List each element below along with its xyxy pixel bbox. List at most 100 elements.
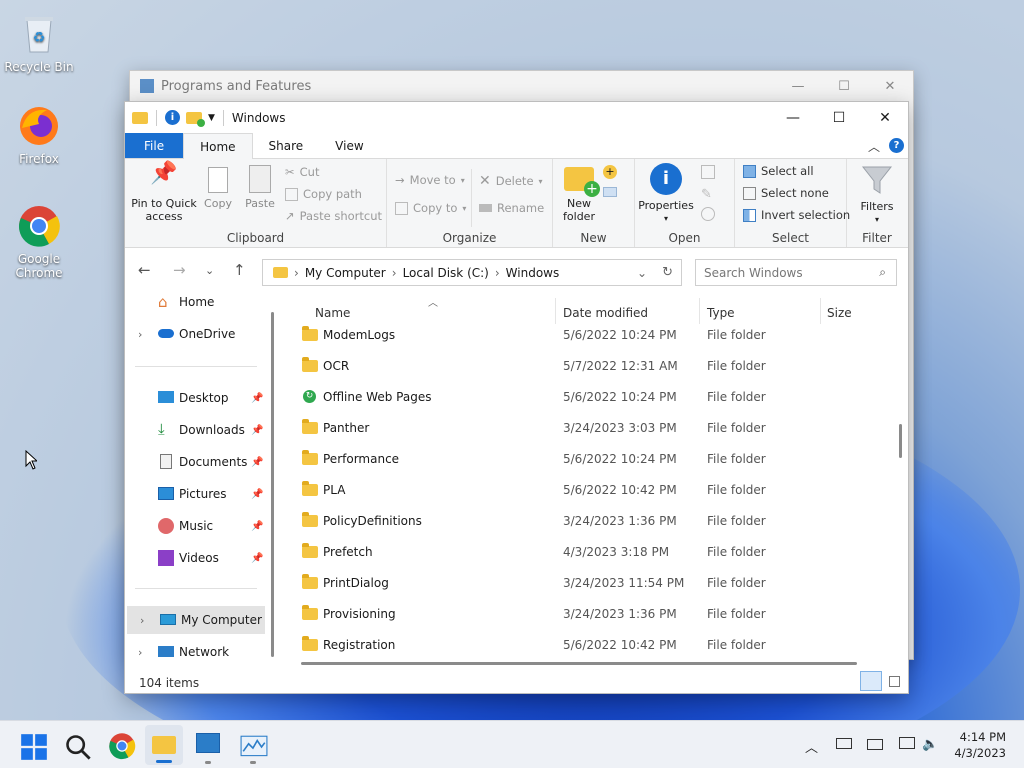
select-all-button[interactable]: Select all [743,164,814,178]
open-icon[interactable] [701,165,715,179]
new-item-icon[interactable]: + [603,165,617,179]
control-panel-taskbar-icon[interactable] [196,733,220,753]
paste-button[interactable]: Paste [241,165,279,210]
desktop-icon-recycle-bin[interactable]: ♻ Recycle Bin [1,12,77,74]
forward-arrow-icon[interactable]: → [173,261,186,279]
pin-icon[interactable]: 📌 [251,521,263,532]
tab-file[interactable]: File [125,133,184,158]
nav-item-downloads[interactable]: ⤓ Downloads 📌 [125,416,263,444]
minimize-button[interactable]: — [770,102,816,133]
edit-icon[interactable]: ✎ [701,187,712,202]
desktop-icon-firefox[interactable]: Firefox [1,104,77,166]
back-arrow-icon[interactable]: ← [138,261,151,279]
volume-icon[interactable]: 🔈 [922,737,938,752]
details-view-icon[interactable] [860,671,882,691]
horizontal-scrollbar[interactable] [301,662,857,665]
invert-selection-button[interactable]: Invert selection [743,208,850,222]
up-arrow-icon[interactable]: ↑ [233,261,246,279]
expand-chevron-icon[interactable]: › [138,328,142,341]
table-row[interactable]: PolicyDefinitions 3/24/2023 1:36 PM File f… [285,506,885,537]
pin-quick-access-button[interactable]: 📌 Pin to Quick access [129,163,199,224]
nav-item-videos[interactable]: Videos 📌 [125,544,263,572]
tab-home[interactable]: Home [183,133,253,159]
nav-item-home[interactable]: ⌂ Home [125,288,263,316]
bg-close-button[interactable]: ✕ [867,71,913,101]
expand-chevron-icon[interactable]: › [140,614,144,627]
desktop-icon-chrome[interactable]: Google Chrome [1,204,77,280]
table-row[interactable]: Performance 5/6/2022 10:24 PM File folder [285,444,885,475]
start-windows-icon[interactable] [20,733,48,761]
search-input[interactable]: Search Windows ⌕ [695,259,897,286]
copy-path-button[interactable]: Copy path [285,187,362,201]
explorer-taskbar-button[interactable] [145,725,183,765]
table-row[interactable]: PLA 5/6/2022 10:42 PM File folder [285,475,885,506]
large-icons-view-icon[interactable] [889,676,900,687]
expand-chevron-icon[interactable]: › [138,646,142,659]
cut-button[interactable]: ✂ Cut [285,165,319,179]
table-row[interactable]: Registration 5/6/2022 10:42 PM File folder [285,630,885,658]
nav-item-network[interactable]: › Network [125,638,263,666]
table-row[interactable]: ↻ Offline Web Pages 5/6/2022 10:24 PM File … [285,382,885,413]
table-row[interactable]: Provisioning 3/24/2023 1:36 PM File folder [285,599,885,630]
pin-icon[interactable]: 📌 [251,457,263,468]
breadcrumb-local-disk[interactable]: Local Disk (C:) [403,266,489,280]
file-explorer-window[interactable]: i ▼ Windows — ☐ ✕ File Home Share View ︿… [124,101,909,694]
properties-qat-icon[interactable]: i [165,110,180,125]
nav-item-documents[interactable]: Documents 📌 [125,448,263,476]
nav-item-pictures[interactable]: Pictures 📌 [125,480,263,508]
history-icon[interactable] [701,207,715,221]
qat-dropdown-icon[interactable]: ▼ [208,113,215,123]
easy-access-icon[interactable] [603,187,617,197]
system-clock[interactable]: 4:14 PM 4/3/2023 [954,729,1006,761]
network-status-icon[interactable] [899,737,915,749]
column-header-size[interactable]: Size [827,306,852,320]
table-row[interactable]: OCR 5/7/2022 12:31 AM File folder [285,351,885,382]
copy-to-button[interactable]: Copy to ▾ [395,201,466,215]
table-row[interactable]: PrintDialog 3/24/2023 11:54 PM File folder [285,568,885,599]
close-button[interactable]: ✕ [862,102,908,133]
pin-icon[interactable]: 📌 [251,393,263,404]
new-folder-qat-icon[interactable] [186,111,205,127]
bg-minimize-button[interactable]: — [775,71,821,101]
nav-item-onedrive[interactable]: › OneDrive [125,320,263,348]
maximize-button[interactable]: ☐ [816,102,862,133]
refresh-icon[interactable]: ↻ [662,265,673,280]
table-row[interactable]: ModemLogs 5/6/2022 10:24 PM File folder [285,320,885,351]
nav-pane-scrollbar[interactable] [271,312,274,657]
keyboard-icon[interactable] [836,738,852,749]
filters-button[interactable]: Filters ▾ [855,163,899,226]
select-none-button[interactable]: Select none [743,186,829,200]
copy-button[interactable]: Copy [201,167,235,210]
new-folder-button[interactable]: + New folder [559,163,600,223]
resource-monitor-taskbar-icon[interactable] [240,733,268,761]
vertical-scrollbar[interactable] [899,424,902,458]
pin-icon[interactable]: 📌 [251,425,263,436]
collapse-ribbon-icon[interactable]: ︿ [868,138,880,155]
tab-view[interactable]: View [319,133,379,158]
move-to-button[interactable]: → Move to ▾ [395,173,465,187]
column-header-name[interactable]: Name [315,306,350,320]
pin-icon[interactable]: 📌 [251,489,263,500]
nav-item-music[interactable]: Music 📌 [125,512,263,540]
help-icon[interactable]: ? [889,138,904,153]
rename-button[interactable]: Rename [479,201,544,215]
delete-button[interactable]: ✕ Delete ▾ [479,173,543,189]
paste-shortcut-button[interactable]: ↗ Paste shortcut [285,209,382,223]
search-icon[interactable] [64,733,92,761]
column-header-type[interactable]: Type [707,306,735,320]
nav-item-my-computer[interactable]: › My Computer [127,606,265,634]
pin-icon[interactable]: 📌 [251,553,263,564]
breadcrumb-windows[interactable]: Windows [506,266,560,280]
address-bar[interactable]: › My Computer › Local Disk (C:) › Window… [262,259,682,286]
properties-button[interactable]: i Properties ▾ [637,163,695,225]
table-row[interactable]: Prefetch 4/3/2023 3:18 PM File folder [285,537,885,568]
breadcrumb-my-computer[interactable]: My Computer [305,266,386,280]
bg-maximize-button[interactable]: ☐ [821,71,867,101]
display-icon[interactable] [867,739,883,750]
chrome-taskbar-icon[interactable] [108,732,136,760]
show-hidden-icons-chevron-icon[interactable]: ︿ [805,737,818,756]
nav-item-desktop[interactable]: Desktop 📌 [125,384,263,412]
recent-locations-chevron-icon[interactable]: ⌄ [205,264,214,277]
address-dropdown-icon[interactable]: ⌄ [637,266,647,280]
tab-share[interactable]: Share [253,133,320,158]
